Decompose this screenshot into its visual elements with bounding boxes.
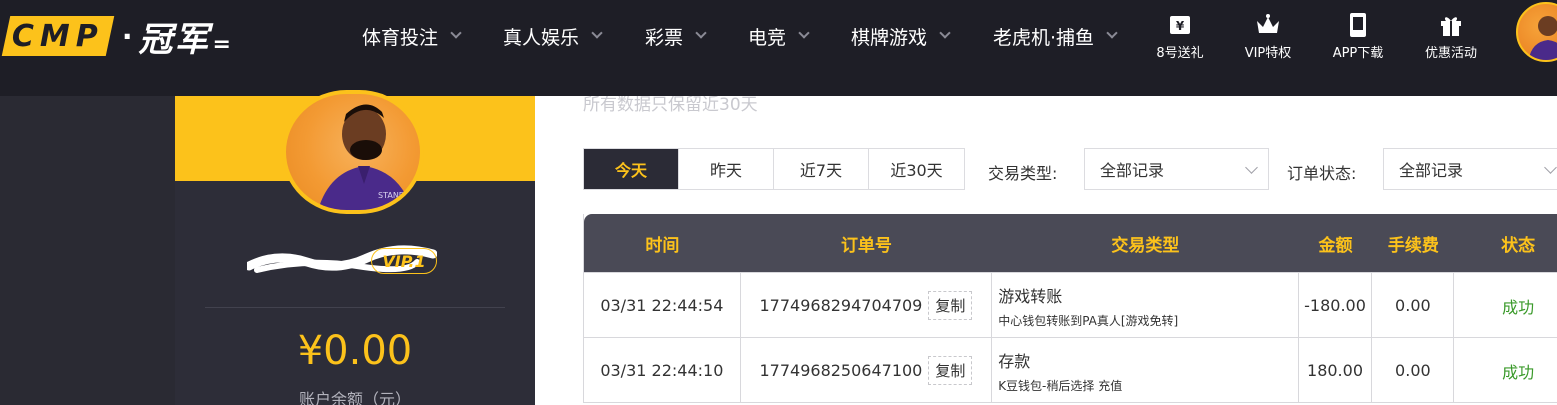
order-status-value: 全部记录 [1399, 161, 1464, 180]
nav-item-esports[interactable]: 电竞 [748, 0, 810, 72]
quick-link-promotions[interactable]: 优惠活动 [1406, 8, 1496, 61]
profile-card: STANDARD VIP.1 ¥0.00 账户余额（元） [175, 90, 535, 405]
column-header-amount: 金额 [1318, 235, 1353, 256]
copy-button[interactable]: 复制 [928, 291, 973, 320]
account-balance-label: 账户余额（元） [298, 390, 411, 405]
crown-icon [1223, 8, 1313, 42]
order-number: 1774968294704709 [759, 296, 923, 315]
cell-order-no: 1774968250647100 复制 [741, 338, 993, 403]
svg-text:STANDARD: STANDARD [378, 191, 422, 200]
logo-cn-text: 冠军= [138, 19, 233, 60]
yen-gift-icon: ¥ [1135, 8, 1225, 42]
nav-item-slots-fishing[interactable]: 老虎机·捕鱼 [993, 0, 1118, 72]
nav-item-label: 体育投注 [362, 26, 439, 49]
cell-status: 成功 [1502, 297, 1535, 317]
chevron-down-icon [591, 27, 603, 39]
quick-link-label: VIP特权 [1244, 46, 1292, 61]
transaction-type-label: 交易类型: [988, 164, 1058, 183]
chevron-down-icon [1544, 161, 1557, 174]
cell-time: 03/31 22:44:54 [584, 273, 741, 338]
table-row: 03/31 22:44:54 1774968294704709 复制 游戏转账 … [584, 272, 1557, 338]
vip-level-badge: VIP.1 [371, 248, 437, 274]
column-header-type: 交易类型 [1111, 235, 1180, 256]
cell-amount: 180.00 [1299, 338, 1373, 403]
quick-link-label: 优惠活动 [1424, 46, 1477, 61]
profile-divider [205, 307, 505, 308]
retention-notice: 所有数据只保留近30天 [583, 96, 758, 115]
table-header: 时间 订单号 交易类型 金额 手续费 状态 [584, 214, 1557, 272]
chevron-down-icon [1245, 161, 1258, 174]
type-detail: K豆钱包-稍后选择 充值 [998, 378, 1123, 393]
tab-yesterday[interactable]: 昨天 [679, 149, 774, 189]
user-avatar[interactable] [1516, 2, 1557, 62]
type-main: 游戏转账 [998, 286, 1063, 306]
column-header-status: 状态 [1501, 235, 1536, 256]
account-balance: ¥0.00 [297, 328, 413, 374]
phone-icon [1313, 8, 1403, 42]
cell-fee: 0.00 [1372, 273, 1455, 338]
transaction-type-value: 全部记录 [1100, 161, 1165, 180]
cell-order-no: 1774968294704709 复制 [741, 273, 993, 338]
column-header-order-no: 订单号 [840, 235, 892, 256]
column-header-fee: 手续费 [1387, 235, 1439, 256]
order-number: 1774968250647100 [759, 361, 923, 380]
cell-fee: 0.00 [1372, 338, 1455, 403]
logo-brand-text: CMP [12, 18, 104, 54]
cell-type: 存款 K豆钱包-稍后选择 充值 [992, 338, 1299, 403]
chevron-down-icon [798, 27, 810, 39]
transaction-table: 时间 订单号 交易类型 金额 手续费 状态 03/31 22:44:54 177… [583, 214, 1557, 403]
quick-link-vip[interactable]: VIP特权 [1223, 8, 1313, 61]
column-header-time: 时间 [645, 235, 680, 256]
nav-item-label: 彩票 [645, 26, 684, 49]
nav-item-lottery[interactable]: 彩票 [645, 0, 707, 72]
logo-dot: · [121, 19, 133, 53]
table-row: 03/31 22:44:10 1774968250647100 复制 存款 K豆… [584, 337, 1557, 403]
transaction-records-panel: 所有数据只保留近30天 今天 昨天 近7天 近30天 交易类型: 全部记录 订单… [535, 96, 1557, 405]
tab-last-7-days[interactable]: 近7天 [774, 149, 869, 189]
nav-item-sports[interactable]: 体育投注 [362, 0, 462, 72]
chevron-down-icon [939, 27, 951, 39]
tab-last-30-days[interactable]: 近30天 [869, 149, 964, 189]
top-nav-bar: CMP · 冠军= 体育投注 真人娱乐 彩票 电竞 棋牌游戏 老虎机·捕鱼 ¥ … [0, 0, 1557, 96]
logo-cmp-box: CMP [1, 16, 115, 56]
quick-link-app[interactable]: APP下载 [1313, 8, 1403, 61]
chevron-down-icon [1106, 27, 1118, 39]
nav-item-label: 电竞 [748, 26, 787, 49]
profile-photo: STANDARD [282, 90, 424, 214]
copy-button[interactable]: 复制 [928, 356, 973, 385]
cell-type: 游戏转账 中心钱包转账到PA真人[游戏免转] [992, 273, 1299, 338]
cell-status: 成功 [1502, 362, 1535, 382]
date-filter-tabs: 今天 昨天 近7天 近30天 [583, 148, 965, 190]
tab-today[interactable]: 今天 [584, 149, 679, 189]
nav-item-label: 老虎机·捕鱼 [993, 26, 1095, 49]
cell-amount: -180.00 [1299, 273, 1373, 338]
nav-item-chess-cards[interactable]: 棋牌游戏 [851, 0, 951, 72]
gift-box-icon [1406, 8, 1496, 42]
type-detail: 中心钱包转账到PA真人[游戏免转] [998, 313, 1179, 328]
site-logo[interactable]: CMP · 冠军= [0, 14, 233, 60]
transaction-type-select[interactable]: 全部记录 [1084, 148, 1269, 190]
order-status-select[interactable]: 全部记录 [1383, 148, 1557, 190]
cell-time: 03/31 22:44:10 [584, 338, 741, 403]
quick-link-label: 8号送礼 [1156, 46, 1204, 61]
order-status-label: 订单状态: [1287, 164, 1357, 183]
chevron-down-icon [695, 27, 707, 39]
nav-item-label: 真人娱乐 [503, 26, 580, 49]
chevron-down-icon [450, 27, 462, 39]
quick-link-label: APP下载 [1332, 46, 1384, 61]
nav-item-label: 棋牌游戏 [851, 26, 928, 49]
type-main: 存款 [998, 351, 1031, 371]
quick-link-gift[interactable]: ¥ 8号送礼 [1135, 8, 1225, 61]
svg-text:¥: ¥ [1176, 19, 1185, 33]
nav-item-live-casino[interactable]: 真人娱乐 [503, 0, 603, 72]
